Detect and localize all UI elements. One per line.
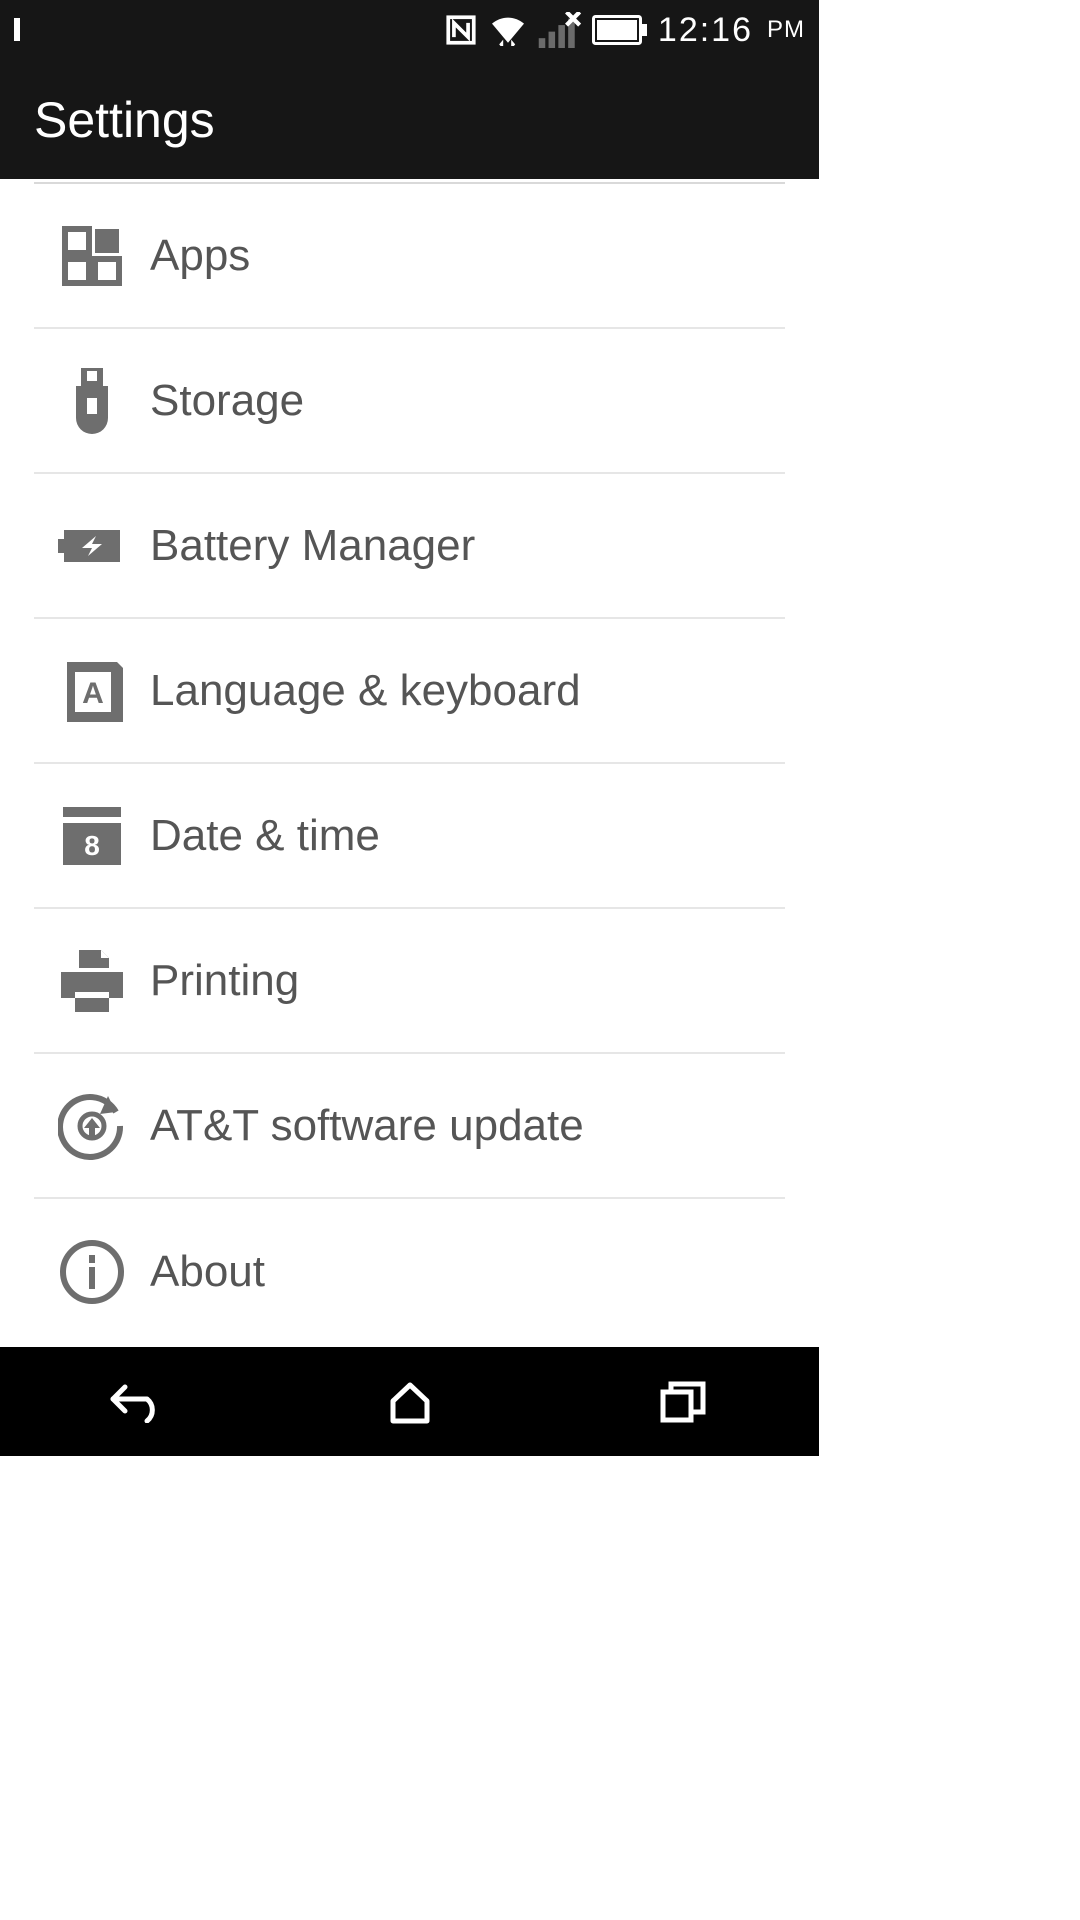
settings-item-apps[interactable]: Apps <box>34 184 785 329</box>
no-signal-icon <box>538 12 582 48</box>
svg-text:A: A <box>82 677 104 710</box>
page-title: Settings <box>34 91 215 149</box>
settings-item-battery[interactable]: Battery Manager <box>34 474 785 619</box>
home-button[interactable] <box>375 1377 445 1427</box>
settings-item-software-update[interactable]: AT&T software update <box>34 1054 785 1199</box>
screenshot-icon <box>14 18 20 41</box>
settings-list[interactable]: Apps Storage Battery Manag <box>0 179 819 1347</box>
apps-icon <box>34 225 150 287</box>
settings-item-label: About <box>150 1247 265 1297</box>
printer-icon <box>34 946 150 1016</box>
app-bar: Settings <box>0 60 819 179</box>
language-keyboard-icon: A <box>34 660 150 722</box>
settings-item-printing[interactable]: Printing <box>34 909 785 1054</box>
settings-item-storage[interactable]: Storage <box>34 329 785 474</box>
back-button[interactable] <box>102 1377 172 1427</box>
settings-item-label: Printing <box>150 956 299 1006</box>
storage-icon <box>34 368 150 434</box>
settings-item-label: Language & keyboard <box>150 666 581 716</box>
settings-item-label: Storage <box>150 376 304 426</box>
status-ampm: PM <box>767 16 805 44</box>
nfc-icon <box>444 13 478 47</box>
svg-text:8: 8 <box>84 830 100 861</box>
settings-item-label: AT&T software update <box>150 1101 584 1151</box>
settings-item-language[interactable]: A Language & keyboard <box>34 619 785 764</box>
date-time-icon: 8 <box>34 807 150 865</box>
navigation-bar <box>0 1347 819 1456</box>
status-bar: 12:16 PM <box>0 0 819 60</box>
wifi-icon <box>488 14 528 46</box>
settings-item-datetime[interactable]: 8 Date & time <box>34 764 785 909</box>
info-icon <box>34 1239 150 1305</box>
settings-item-label: Date & time <box>150 811 380 861</box>
settings-item-label: Apps <box>150 231 250 281</box>
battery-manager-icon <box>34 526 150 566</box>
settings-item-label: Battery Manager <box>150 521 475 571</box>
status-time: 12:16 <box>658 11 753 50</box>
recent-apps-button[interactable] <box>648 1377 718 1427</box>
battery-icon <box>592 15 648 45</box>
settings-item-about[interactable]: About <box>34 1199 785 1344</box>
software-update-icon <box>34 1092 150 1160</box>
